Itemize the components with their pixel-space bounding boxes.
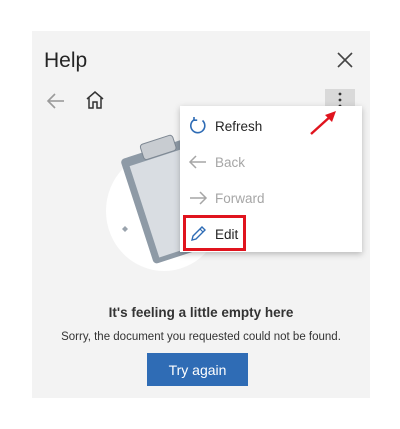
pane-title: Help — [44, 49, 88, 72]
menu-item-label: Back — [215, 154, 246, 170]
arrow-left-icon — [188, 155, 206, 169]
menu-item-label: Edit — [215, 226, 239, 242]
menu-item-back[interactable]: Back — [180, 144, 362, 180]
close-icon[interactable] — [334, 49, 356, 71]
red-arrow-icon — [310, 111, 336, 135]
empty-state-message: Sorry, the document you requested could … — [61, 331, 341, 343]
try-again-button[interactable]: Try again — [147, 353, 248, 386]
menu-item-label: Refresh — [215, 118, 263, 134]
menu-item-forward[interactable]: Forward — [180, 180, 362, 216]
menu-item-label: Forward — [215, 190, 265, 206]
menu-item-edit[interactable]: Edit — [180, 216, 362, 252]
pencil-icon — [191, 226, 206, 241]
arrow-left-icon — [46, 93, 64, 109]
refresh-icon — [190, 117, 206, 134]
empty-state-title: It's feeling a little empty here — [108, 305, 294, 320]
home-icon[interactable] — [84, 89, 106, 111]
arrow-right-icon — [190, 191, 208, 205]
